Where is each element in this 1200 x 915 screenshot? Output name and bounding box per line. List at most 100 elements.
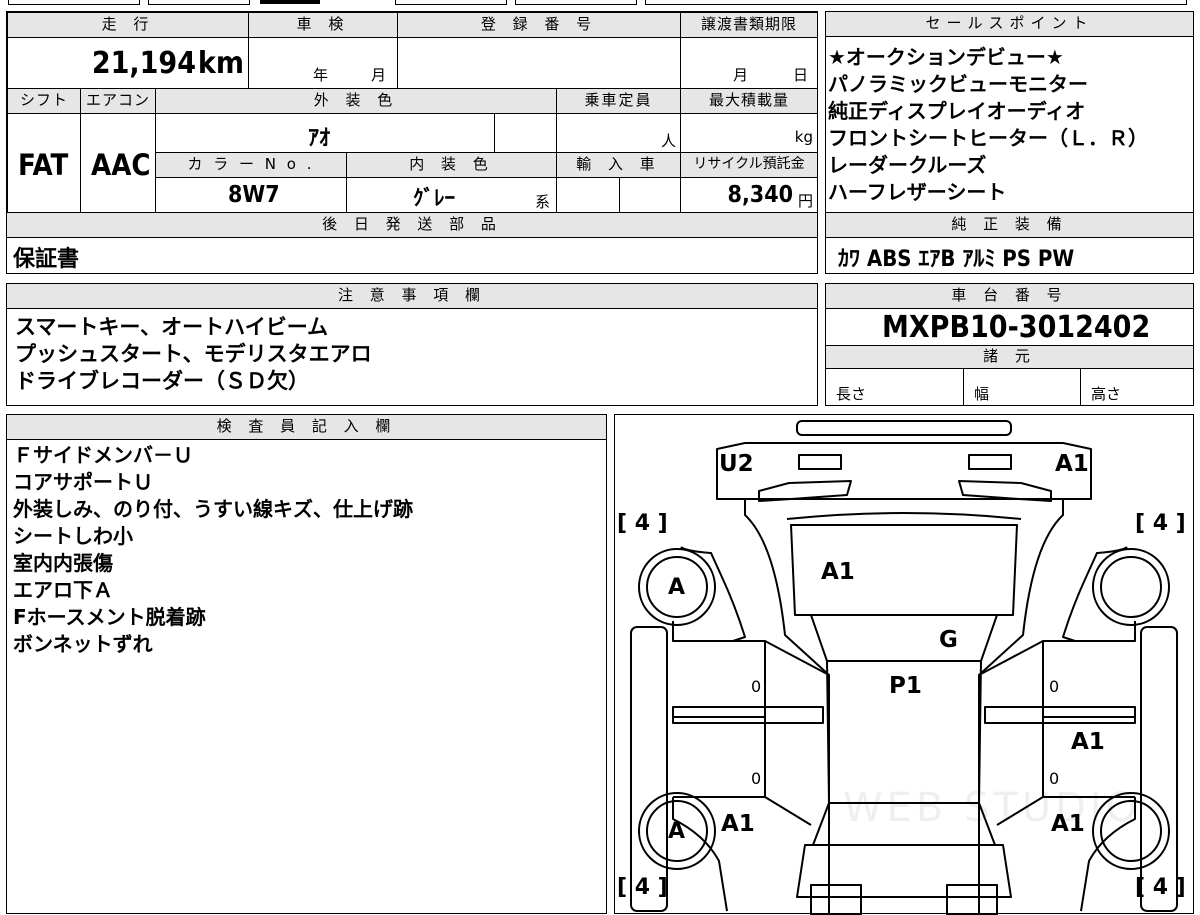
int-color-value: ｸﾞﾚｰ — [413, 186, 455, 210]
recycle-header: リサイクル預託金 — [680, 152, 818, 178]
ext-color-header: 外 装 色 — [155, 88, 557, 114]
damage-mark-a1-right-rear: A1 — [1051, 811, 1085, 837]
inspector-list: Ｆサイドメンバ－Ｕ コアサポートＵ 外装しみ、のり付、うすい線キズ、仕上げ跡 シ… — [13, 442, 413, 658]
color-no-header: カ ラ ー N o . — [155, 152, 347, 178]
mileage-cell: 21,194 km — [7, 37, 249, 89]
notes-section: 注 意 事 項 欄 スマートキー、オートハイビーム プッシュスタート、モデリスタ… — [6, 283, 818, 406]
ext-color-cell: ｱｵ — [155, 113, 495, 153]
inspection-header: 車 検 — [248, 12, 398, 38]
damage-mark-a-front-left-tire: A — [668, 575, 686, 600]
int-color-suffix: 系 — [535, 193, 551, 211]
capacity-unit: 人 — [660, 132, 676, 150]
watermark-text: WEB STUDIO — [843, 785, 1142, 831]
width-label: 幅 — [974, 385, 990, 403]
door-mark-zero: 0 — [1049, 677, 1060, 696]
note-line: スマートキー、オートハイビーム — [15, 315, 329, 339]
mileage-unit: km — [197, 46, 244, 81]
door-mark-zero: 0 — [751, 769, 762, 788]
inspector-line: 外装しみ、のり付、うすい線キズ、仕上げ跡 — [13, 497, 413, 521]
transfer-month-unit: 月 — [733, 66, 749, 84]
shift-value: FAT — [18, 148, 69, 182]
top-edge-fragments — [0, 0, 1200, 6]
color-no-value: 8W7 — [228, 182, 280, 208]
later-parts-section: 後 日 発 送 部 品 保証書 — [6, 212, 818, 274]
damage-mark-a1-left-rear: A1 — [721, 811, 755, 837]
load-unit: kg — [794, 128, 813, 146]
sales-points-list: ★オークションデビュー★ パノラミックビューモニター 純正ディスプレイオーディオ… — [828, 44, 1148, 206]
inspector-line: Ｆサイドメンバ－Ｕ — [13, 443, 193, 467]
equipment-section: 純 正 装 備 ｶﾜ ABS ｴｱB ｱﾙﾐ PS PW — [825, 212, 1194, 274]
recycle-value: 8,340 — [727, 182, 793, 208]
mileage-value: 21,194 — [91, 46, 196, 81]
inspector-line: エアロ下Ａ — [13, 578, 113, 602]
height-cell: 高さ — [1080, 368, 1194, 406]
int-color-header: 内 装 色 — [346, 152, 557, 178]
tire-label-front-left: [ 4 ] — [617, 511, 668, 536]
inspector-line: コアサポートＵ — [13, 470, 153, 494]
registration-header: 登 録 番 号 — [397, 12, 681, 38]
notes-header: 注 意 事 項 欄 — [6, 283, 818, 309]
length-cell: 長さ — [825, 368, 964, 406]
note-line: プッシュスタート、モデリスタエアロ — [15, 342, 372, 366]
tire-label-rear-right: [ 4 ] — [1135, 875, 1186, 900]
capacity-cell: 人 — [556, 113, 681, 153]
notes-list: スマートキー、オートハイビーム プッシュスタート、モデリスタエアロ ドライブレコ… — [15, 314, 372, 395]
sales-point-item: ハーフレザーシート — [828, 180, 1007, 204]
import-header: 輸 入 車 — [556, 152, 681, 178]
chassis-number: MXPB10-3012402 — [882, 310, 1151, 345]
sales-point-item: フロントシートヒーター（Ｌ．Ｒ） — [828, 126, 1148, 150]
sales-point-item: 純正ディスプレイオーディオ — [828, 99, 1086, 123]
ext-color-value: ｱｵ — [308, 126, 331, 151]
door-mark-zero: 0 — [1049, 769, 1060, 788]
later-parts-header: 後 日 発 送 部 品 — [6, 212, 818, 238]
recycle-cell: 8,340 円 — [680, 177, 818, 213]
tire-label-rear-left: [ 4 ] — [617, 875, 668, 900]
damage-mark-a1-front-right: A1 — [1055, 451, 1089, 477]
max-load-cell: kg — [680, 113, 818, 153]
sales-points-header: セールスポイント — [825, 11, 1194, 37]
color-no-cell: 8W7 — [155, 177, 347, 213]
note-line: ドライブレコーダー（ＳＤ欠） — [15, 369, 309, 393]
sales-points-section: セールスポイント ★オークションデビュー★ パノラミックビューモニター 純正ディ… — [825, 11, 1194, 213]
equipment-value: ｶﾜ ABS ｴｱB ｱﾙﾐ PS PW — [838, 247, 1075, 272]
transfer-deadline-cell: 月 日 — [680, 37, 818, 89]
tire-label-front-right: [ 4 ] — [1135, 511, 1186, 536]
import-cell-a — [556, 177, 620, 213]
inspector-line: ボンネットずれ — [13, 632, 153, 656]
registration-cell — [397, 37, 681, 89]
damage-mark-g-windshield: G — [939, 627, 958, 653]
later-parts-value: 保証書 — [13, 247, 80, 272]
transfer-day-unit: 日 — [793, 66, 809, 84]
chassis-section: 車 台 番 号 MXPB10-3012402 諸 元 長さ 幅 高さ — [825, 283, 1194, 406]
capacity-header: 乗車定員 — [556, 88, 681, 114]
damage-mark-a-rear-left-tire: A — [668, 819, 686, 844]
inspection-month-unit: 月 — [371, 66, 387, 84]
car-outline — [630, 420, 1178, 915]
import-cell-b — [619, 177, 681, 213]
inspector-line: Fホースメント脱着跡 — [13, 605, 206, 629]
max-load-header: 最大積載量 — [680, 88, 818, 114]
inspector-line: 室内内張傷 — [13, 551, 113, 575]
car-damage-diagram: WEB STUDIO [ 4 ] [ 4 ] [ 4 ] [ 4 ] U2 A1… — [614, 414, 1194, 915]
inspector-header: 検 査 員 記 入 欄 — [6, 414, 607, 440]
length-label: 長さ — [836, 385, 867, 403]
sales-point-item: ★オークションデビュー★ — [828, 45, 1064, 69]
transfer-deadline-header: 譲渡書類期限 — [680, 12, 818, 38]
damage-mark-p1-roof: P1 — [889, 673, 922, 699]
recycle-unit: 円 — [797, 192, 813, 210]
ac-header: エアコン — [80, 88, 156, 114]
shift-cell: FAT — [7, 113, 81, 213]
chassis-header: 車 台 番 号 — [825, 283, 1194, 309]
inspector-line: シートしわ小 — [13, 524, 133, 548]
width-cell: 幅 — [963, 368, 1081, 406]
damage-mark-a1-hood: A1 — [821, 559, 855, 585]
inspection-year-unit: 年 — [313, 66, 329, 84]
ext-color-extra-cell — [494, 113, 557, 153]
equipment-header: 純 正 装 備 — [825, 212, 1194, 238]
damage-mark-a1-right-door: A1 — [1071, 729, 1105, 755]
vehicle-info-grid: 走 行 車 検 登 録 番 号 譲渡書類期限 21,194 km 年 月 月 日… — [6, 11, 818, 213]
inspector-section: 検 査 員 記 入 欄 Ｆサイドメンバ－Ｕ コアサポートＵ 外装しみ、のり付、う… — [6, 414, 607, 914]
sales-point-item: レーダークルーズ — [828, 153, 987, 177]
ac-value: AAC — [91, 148, 151, 182]
height-label: 高さ — [1091, 385, 1122, 403]
